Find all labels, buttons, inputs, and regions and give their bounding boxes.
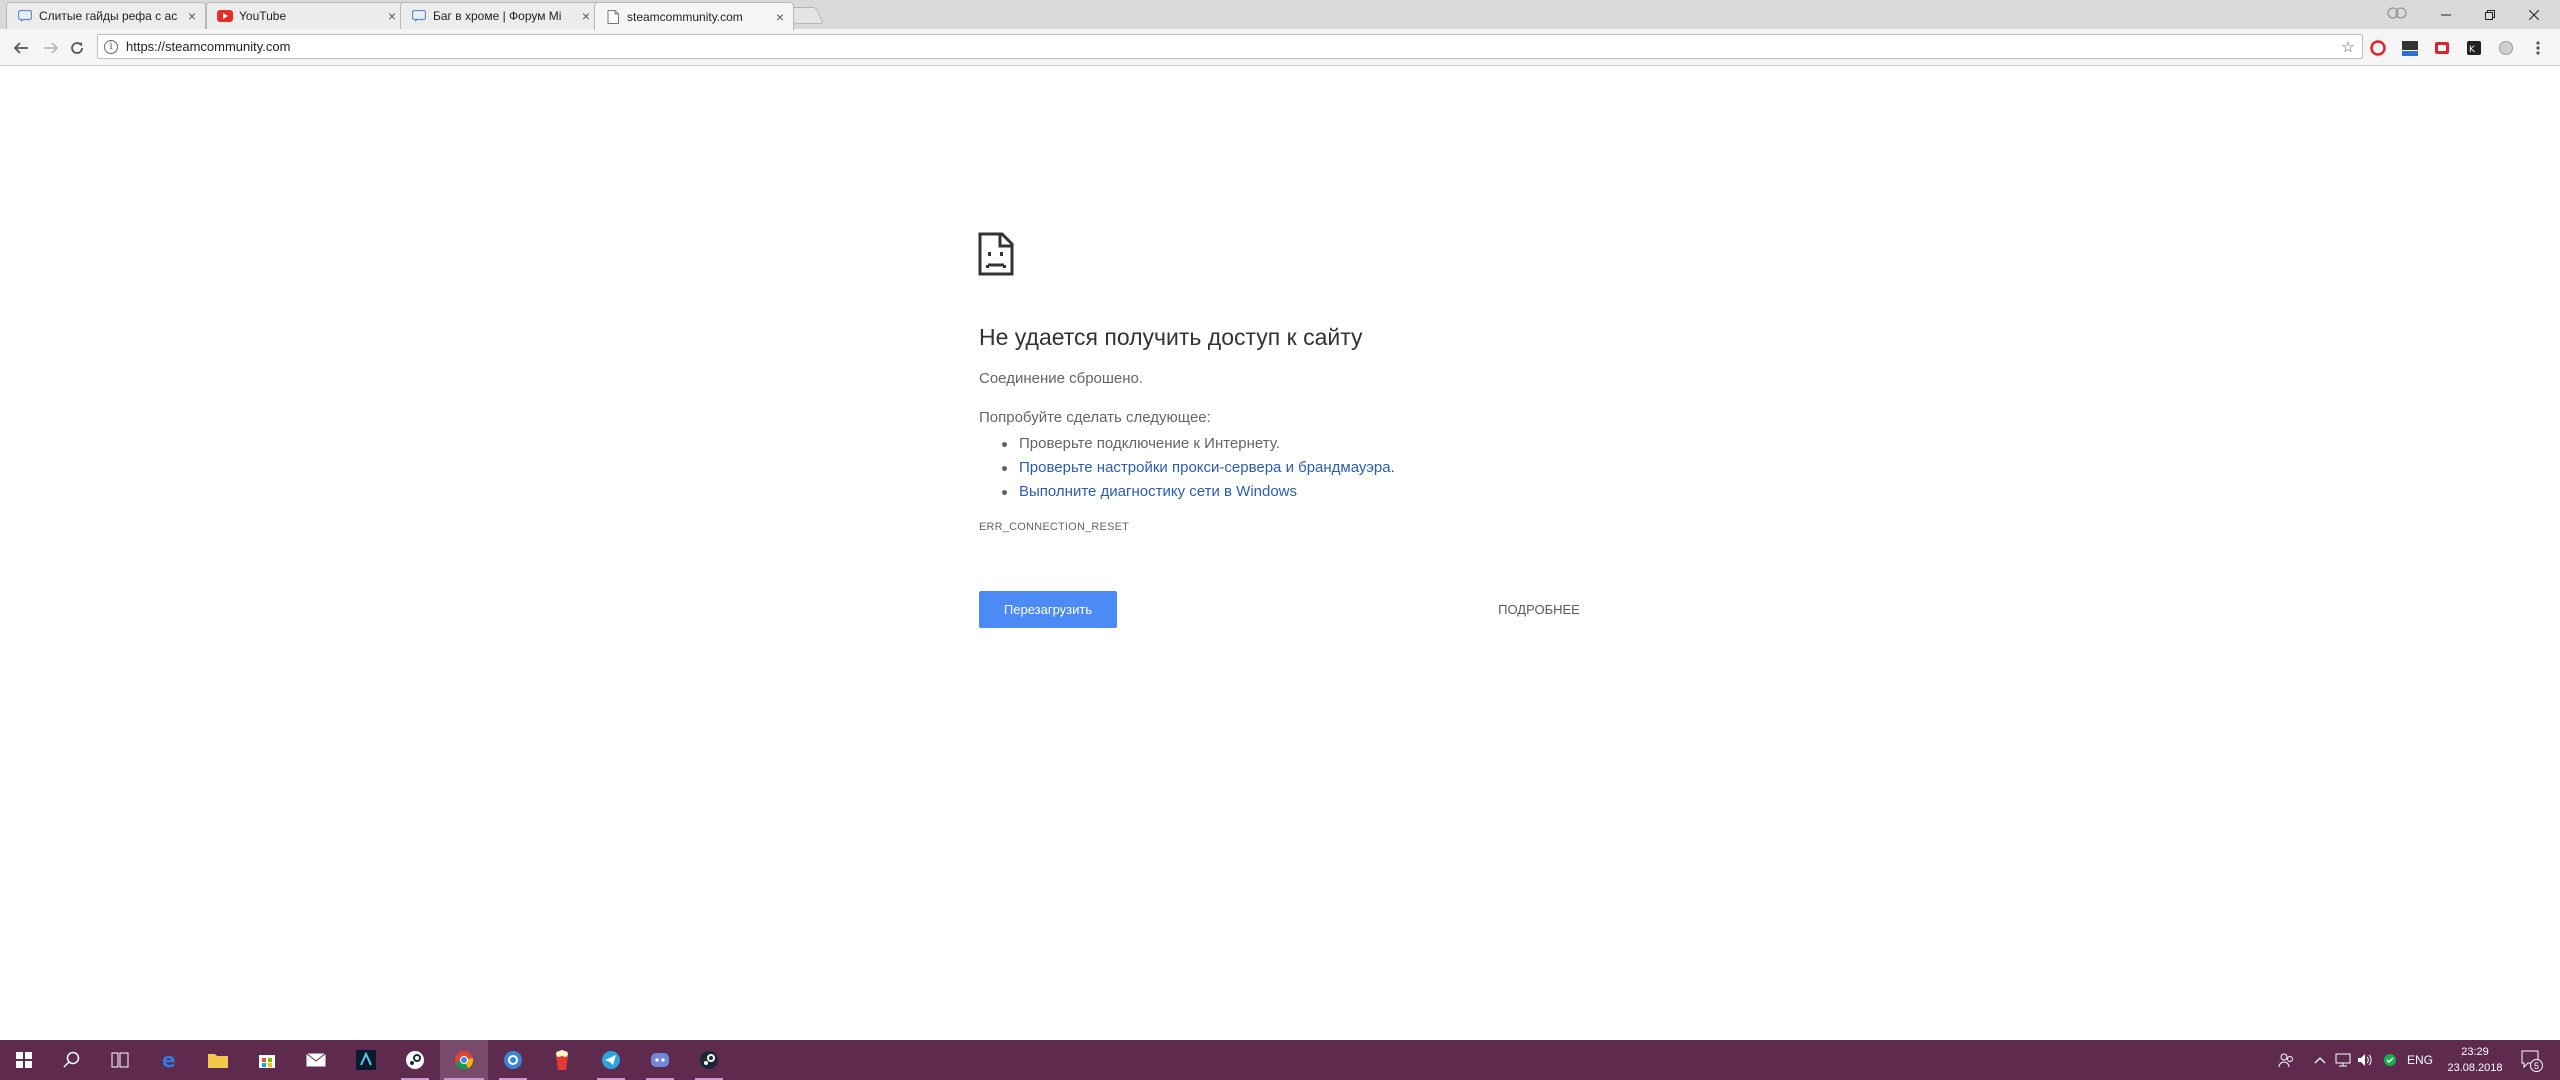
shield-extension-icon[interactable] [2496,38,2516,58]
chrome-icon [455,1051,474,1070]
tab-title: Слитые гайды рефа с ас [39,9,178,23]
close-icon[interactable]: × [579,9,593,23]
back-button[interactable] [10,37,32,59]
tab-2[interactable]: Баг в хроме | Форум Mi × [400,2,600,29]
clock-time: 23:29 [2461,1046,2489,1058]
app-icon [504,1051,522,1069]
arrow-left-icon [13,42,28,54]
page-icon [605,9,621,25]
task-view-icon [111,1052,129,1068]
opera-extension-icon[interactable] [2368,38,2388,58]
taskbar-steam[interactable] [391,1040,439,1080]
start-button[interactable] [0,1040,48,1080]
store-icon [259,1055,275,1068]
telegram-icon [602,1051,620,1069]
taskbar-steam-2[interactable] [685,1040,733,1080]
clock-date: 23.08.2018 [2447,1062,2503,1074]
taskbar-explorer[interactable] [194,1040,242,1080]
popcorn-icon [556,1050,568,1070]
volume-icon[interactable] [2356,1040,2374,1080]
forum-icon [17,8,33,24]
tab-strip: Слитые гайды рефа с ас × YouTube × Баг в… [0,0,2560,30]
windows-icon [16,1052,32,1068]
close-icon[interactable]: × [773,10,787,24]
red-extension-icon[interactable] [2432,38,2452,58]
taskbar-edge[interactable]: e [146,1040,194,1080]
search-icon [63,1051,80,1068]
restore-button[interactable] [2468,0,2512,29]
steam-icon [406,1051,424,1069]
svg-text:e: e [162,1050,176,1070]
folder-icon [208,1054,228,1068]
language-indicator[interactable]: ENG [2402,1040,2438,1080]
tab-title: YouTube [239,9,287,23]
bookmark-star-icon[interactable]: ☆ [2338,38,2358,56]
notification-center-button[interactable]: 5 [2516,1040,2548,1080]
suggestion-list: Проверьте подключение к Интернету. Прове… [1002,432,1395,504]
reload-page-button[interactable]: Перезагрузить [979,591,1117,628]
minimize-button[interactable] [2424,0,2468,29]
close-icon[interactable]: × [385,9,399,23]
forum-icon [411,8,427,24]
try-label: Попробуйте сделать следующее: [979,409,1211,426]
suggestion-diagnostics-link[interactable]: Выполните диагностику сети в Windows [1002,480,1395,504]
edge-icon: e [162,1050,176,1070]
details-button[interactable]: ПОДРОБНЕЕ [1470,591,1608,628]
forward-button[interactable] [40,37,62,59]
taskbar-store[interactable] [243,1040,291,1080]
tab-0[interactable]: Слитые гайды рефа с ас × [6,2,206,29]
mail-icon [306,1053,326,1067]
taskbar-popcorn[interactable] [538,1040,586,1080]
error-heading: Не удается получить доступ к сайту [979,324,1363,350]
vk-extension-icon[interactable]: K [2464,38,2484,58]
taskbar-app-dark[interactable] [342,1040,390,1080]
url-text[interactable]: https://steamcommunity.com [126,39,2338,54]
youtube-icon [217,8,233,24]
taskbar: e ENG 23:29 23.08.2018 5 [0,1040,2560,1080]
tab-3-active[interactable]: steamcommunity.com × [594,2,794,30]
menu-dots-icon[interactable] [2528,38,2548,58]
error-page: Не удается получить доступ к сайту Соеди… [0,67,2560,1039]
discord-icon [651,1053,669,1067]
app-icon [356,1050,376,1070]
task-view-button[interactable] [96,1040,144,1080]
sad-page-icon [978,232,1014,281]
error-code: ERR_CONNECTION_RESET [979,521,1130,533]
tab-title: Баг в хроме | Форум Mi [433,9,562,23]
security-shield-icon[interactable] [2382,1040,2398,1080]
people-icon[interactable] [2276,1040,2296,1080]
network-icon[interactable] [2334,1040,2352,1080]
suggestion-proxy-link[interactable]: Проверьте настройки прокси-сервера и бра… [1002,456,1395,480]
taskbar-chrome[interactable] [440,1040,488,1080]
error-subheading: Соединение сброшено. [979,370,1144,387]
tab-1[interactable]: YouTube × [206,2,406,29]
chevron-up-icon[interactable] [2312,1040,2328,1080]
info-icon[interactable]: i [104,39,118,54]
reload-icon [71,42,83,54]
arrow-right-icon [44,42,59,54]
taskbar-telegram[interactable] [587,1040,635,1080]
mail-extension-icon[interactable] [2400,38,2420,58]
suggestion-check-connection: Проверьте подключение к Интернету. [1002,432,1395,456]
close-icon[interactable]: × [185,9,199,23]
search-button[interactable] [48,1040,96,1080]
system-clock[interactable]: 23:29 23.08.2018 [2440,1044,2510,1076]
close-window-button[interactable] [2512,0,2556,29]
notification-count: 5 [2530,1059,2543,1072]
profile-icon[interactable] [2386,6,2408,22]
steam-icon [700,1051,718,1069]
browser-toolbar: i https://steamcommunity.com ☆ K [0,29,2560,66]
omnibox[interactable]: i https://steamcommunity.com ☆ [97,34,2363,59]
taskbar-mail[interactable] [292,1040,340,1080]
taskbar-app-blue[interactable] [489,1040,537,1080]
reload-button[interactable] [66,37,88,59]
tab-title: steamcommunity.com [627,9,743,24]
taskbar-discord[interactable] [636,1040,684,1080]
